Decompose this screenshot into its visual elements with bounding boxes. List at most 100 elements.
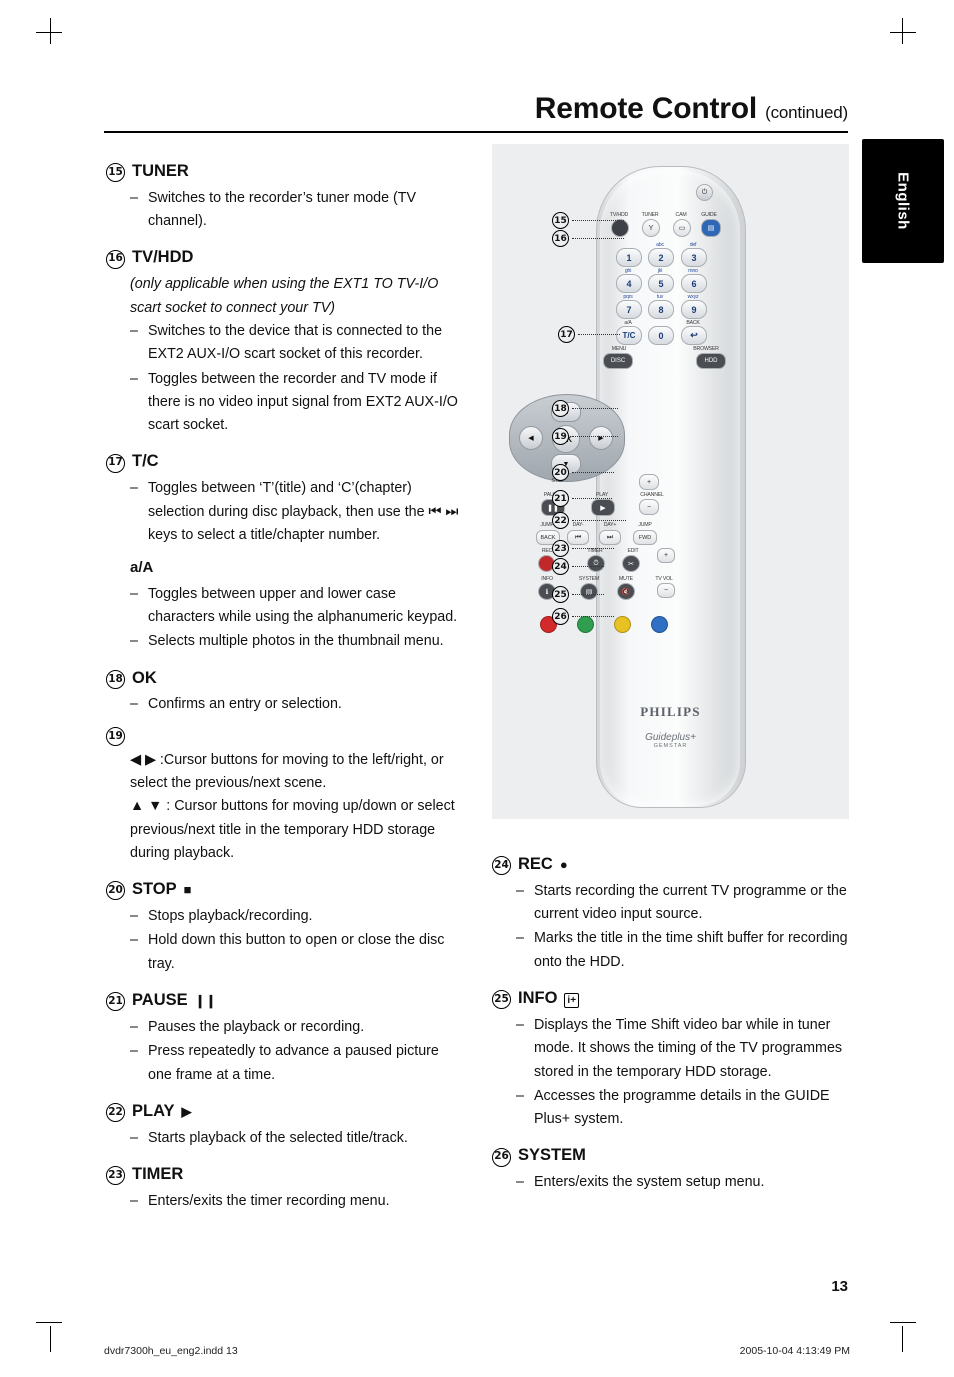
leader-line <box>572 547 614 550</box>
power-button: ⏻ <box>696 184 713 201</box>
bullet-text: Displays the Time Shift video bar while … <box>534 1016 843 1080</box>
bullet-text: Stops playback/recording. <box>148 908 313 925</box>
entry-heading-18: 18 OK <box>106 665 466 692</box>
manual-entry-25: 25 INFO i+ – Displays the Time Shift video b… <box>492 985 852 1131</box>
entry-bullet: – Hold down this button to open or close … <box>130 929 466 976</box>
header-rule <box>104 131 848 133</box>
edit-button: ✂ <box>622 555 640 572</box>
entry-number-17: 17 <box>106 453 125 473</box>
callout-19-number: 19 <box>552 428 569 445</box>
crop-mark <box>890 32 916 33</box>
entry-heading-15: 15 TUNER <box>106 158 466 185</box>
entry-bullet: – Accesses the programme details in the G… <box>516 1085 852 1132</box>
callout-26: 26 <box>552 608 614 625</box>
channel-up-button: + <box>639 474 659 490</box>
right-text-column: 24 REC ● – Starts recording the current TV p… <box>492 840 852 1197</box>
entry-bullet: – Starts playback of the selected title/t… <box>130 1127 466 1150</box>
crop-mark <box>890 1322 916 1323</box>
keypad-6: 6 <box>681 274 707 293</box>
leader-line <box>578 333 620 336</box>
callout-21: 21 <box>552 490 612 507</box>
entry-title-23: TIMER <box>132 1164 184 1183</box>
keypad-3: 3 <box>681 248 707 267</box>
leader-line <box>572 407 618 410</box>
bullet-text: Enters/exits the system setup menu. <box>534 1174 765 1191</box>
manual-entry-23: 23 TIMER – Enters/exits the timer recording… <box>106 1161 466 1213</box>
callout-24-number: 24 <box>552 558 569 575</box>
entry-subheading: a/A <box>130 559 154 577</box>
callout-20: 20 <box>552 464 614 481</box>
bullet-text: Switches to the device that is connected… <box>148 322 443 363</box>
entry-bullet: – Press repeatedly to advance a paused pi… <box>130 1040 466 1087</box>
bullet-text: Starts playback of the selected title/tr… <box>148 1129 408 1146</box>
guide-plus-logo-plus: plus+ <box>671 732 696 743</box>
keypad-0: 0 <box>648 326 674 345</box>
callout-15: 15 <box>552 212 624 229</box>
bullet-dash: – <box>130 633 138 650</box>
yellow-button <box>614 616 631 633</box>
entry-paragraph: ◀ ▶ :Cursor buttons for moving to the le… <box>130 751 444 792</box>
entry-number-16: 16 <box>106 249 125 269</box>
entry-title-24: REC <box>518 855 553 873</box>
callout-15-number: 15 <box>552 212 569 229</box>
page: Remote Control (continued) English 15 TUN… <box>0 0 954 1377</box>
keypad-8: 8 <box>648 300 674 319</box>
crop-mark <box>50 18 51 44</box>
keypad-4: 4 <box>616 274 642 293</box>
callout-16-number: 16 <box>552 230 569 247</box>
entry-number-18: 18 <box>106 669 125 689</box>
bullet-dash: – <box>516 1016 524 1033</box>
entry-number-20: 20 <box>106 881 125 901</box>
entry-bullet: – Switches to the recorder’s tuner mode (… <box>130 187 466 234</box>
bullet-text: Confirms an entry or selection. <box>148 696 342 713</box>
entry-number-26: 26 <box>492 1147 511 1167</box>
entry-glyph-25-icon: i+ <box>564 993 580 1009</box>
label-browser: BROWSER <box>693 346 719 352</box>
bullet-dash: – <box>516 1174 524 1191</box>
entry-bullet: – Toggles between the recorder and TV mod… <box>130 368 466 438</box>
bullet-dash: – <box>130 480 138 497</box>
keypad-2: 2 <box>648 248 674 267</box>
entry-title-21: PAUSE <box>132 991 188 1010</box>
callout-25: 25 <box>552 586 604 603</box>
bullet-text: Selects multiple photos in the thumbnail… <box>148 633 444 650</box>
bullet-text: Enters/exits the timer recording menu. <box>148 1192 390 1209</box>
blue-button <box>651 616 668 633</box>
bullet-dash: – <box>516 1087 524 1104</box>
language-tab-label: English <box>894 172 912 230</box>
bullet-text: Pauses the playback or recording. <box>148 1018 365 1035</box>
entry-title-20: STOP <box>132 880 177 899</box>
left-text-column: 15 TUNER – Switches to the recorder’s tuner… <box>106 147 466 1215</box>
entry-number-23: 23 <box>106 1166 125 1186</box>
bullet-dash: – <box>130 932 138 949</box>
bullet-dash: – <box>130 908 138 925</box>
tv-vol-down-button: − <box>657 583 675 598</box>
entry-bullet: – Starts recording the current TV program… <box>516 880 852 927</box>
page-title: Remote Control (continued) <box>535 92 848 126</box>
entry-heading-19: 19 <box>106 726 466 747</box>
manual-entry-15: 15 TUNER – Switches to the recorder’s tuner… <box>106 158 466 233</box>
bullet-dash: – <box>130 1018 138 1035</box>
leader-line <box>572 593 604 596</box>
entry-title-18: OK <box>132 668 157 687</box>
hdd-browser-button: HDD <box>696 353 726 369</box>
callout-16: 16 <box>552 230 624 247</box>
label-cam: CAM <box>675 212 687 218</box>
label-tv-vol: TV VOL <box>655 576 673 582</box>
manual-entry-18: 18 OK – Confirms an entry or selection. <box>106 665 466 717</box>
bullet-dash: – <box>130 1043 138 1060</box>
bullet-dash: – <box>516 882 524 899</box>
entry-glyph-22-icon: ▶ <box>181 1103 192 1119</box>
cam-button: ▭ <box>673 219 691 237</box>
label-tuner: TUNER <box>641 212 659 218</box>
entry-heading-21: 21 PAUSE ❙❙ <box>106 987 466 1014</box>
language-tab: English <box>862 139 944 263</box>
leader-line <box>572 471 614 474</box>
tv-vol-up-button: + <box>657 548 675 563</box>
leader-line <box>572 519 626 522</box>
manual-entry-19: 19 ◀ ▶ :Cursor buttons for moving to the … <box>106 726 466 865</box>
entry-heading-22: 22 PLAY ▶ <box>106 1098 466 1125</box>
remote-control-illustration: ⏻ TV/HDD TUNER CAM GUIDE Y ▭ ▤ abc def 1… <box>492 144 849 819</box>
bullet-text: Marks the title in the time shift buffer… <box>534 930 848 970</box>
callout-17: 17 <box>558 326 620 343</box>
